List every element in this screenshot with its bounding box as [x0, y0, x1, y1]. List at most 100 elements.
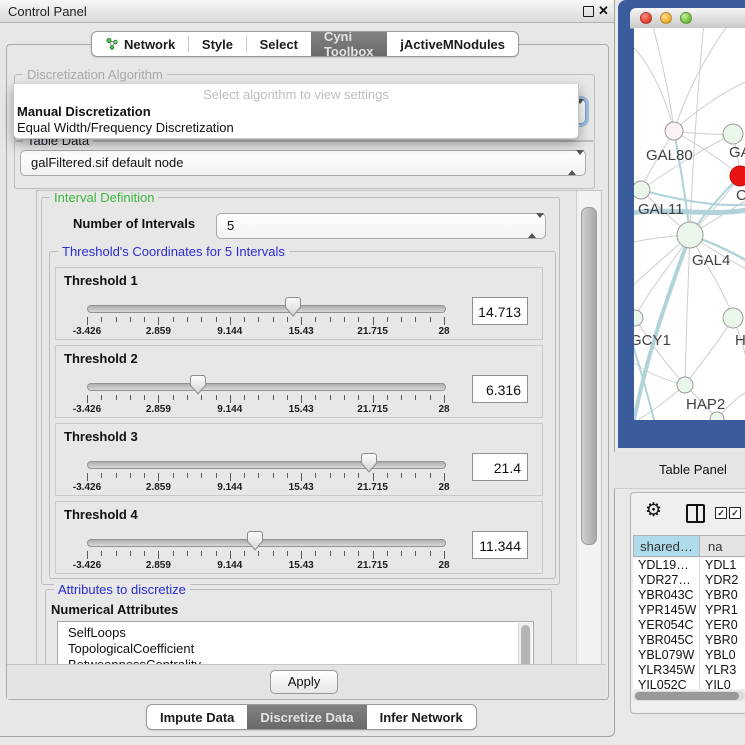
control-panel-titlebar: Control Panel ✕: [0, 0, 614, 23]
network-node-hap2[interactable]: [677, 377, 693, 393]
apply-button[interactable]: Apply: [270, 670, 338, 694]
settings-gear-icon[interactable]: ⚙: [645, 501, 662, 520]
table-row[interactable]: YBL079WYBL0: [633, 648, 745, 663]
tab-network[interactable]: Network: [92, 32, 188, 56]
column-divider: [699, 558, 700, 689]
threshold-value-field[interactable]: 11.344: [472, 531, 528, 559]
window-title: Control Panel: [8, 4, 87, 19]
panel-scrollbar[interactable]: [576, 191, 601, 665]
cell-shared-name: YDL19…: [638, 558, 689, 573]
tab-label: Impute Data: [160, 710, 234, 725]
table-row[interactable]: YIL052CYIL0: [633, 678, 745, 689]
table-hscrollbar-thumb[interactable]: [635, 692, 739, 700]
network-edge: [690, 235, 733, 318]
table-row[interactable]: YBR043CYBR0: [633, 588, 745, 603]
tab-label: Discretize Data: [260, 710, 353, 725]
tab-label: jActiveMNodules: [400, 37, 505, 52]
tab-impute-data[interactable]: Impute Data: [147, 705, 247, 729]
number-of-intervals-combobox[interactable]: 5: [216, 213, 546, 239]
threshold-row: Threshold 2-3.4262.8599.14415.4321.71528…: [55, 345, 543, 418]
list-item[interactable]: SelfLoops: [58, 625, 533, 641]
tab-label: Select: [260, 37, 298, 52]
split-columns-icon[interactable]: [686, 504, 705, 523]
checkbox-icon[interactable]: ✓: [729, 507, 741, 519]
tab-infer-network[interactable]: Infer Network: [367, 705, 476, 729]
network-node-gal4[interactable]: [677, 222, 703, 248]
threshold-value-field[interactable]: 14.713: [472, 297, 528, 325]
cell-shared-name: YBR045C: [638, 633, 694, 648]
table-row[interactable]: YBR045CYBR0: [633, 633, 745, 648]
column-header-name[interactable]: na: [699, 535, 745, 557]
slider-handle[interactable]: [247, 531, 263, 551]
slider-track[interactable]: [87, 305, 446, 313]
tick-label: 2.859: [132, 326, 184, 337]
node-label: HAP2: [686, 396, 725, 413]
network-node-c[interactable]: [730, 166, 745, 186]
tick-label: 15.43: [275, 482, 327, 493]
network-node-h[interactable]: [723, 308, 743, 328]
table-data-value: galFiltered.sif default node: [31, 155, 183, 170]
zoom-traffic-light-icon[interactable]: [680, 12, 692, 24]
panel-scrollbar-thumb[interactable]: [581, 207, 597, 545]
tick-label: 2.859: [132, 560, 184, 571]
threshold-slider[interactable]: -3.4262.8599.14415.4321.71528: [56, 346, 476, 417]
list-scrollbar[interactable]: [518, 623, 532, 666]
slider-track[interactable]: [87, 383, 446, 391]
minimize-traffic-light-icon[interactable]: [660, 12, 672, 24]
tick-label: 15.43: [275, 404, 327, 415]
algorithm-dropdown-popup: Select algorithm to view settings Manual…: [13, 84, 579, 139]
threshold-slider[interactable]: -3.4262.8599.14415.4321.71528: [56, 502, 476, 573]
cell-name: YER0: [705, 618, 738, 633]
network-node-gal80[interactable]: [665, 122, 683, 140]
table-data-combobox[interactable]: galFiltered.sif default node: [20, 150, 586, 176]
tick-label: 21.715: [347, 482, 399, 493]
cell-name: YLR3: [705, 663, 736, 678]
threshold-value-field[interactable]: 21.4: [472, 453, 528, 481]
tab-jactivemnodules[interactable]: jActiveMNodules: [387, 32, 518, 56]
threshold-slider[interactable]: -3.4262.8599.14415.4321.71528: [56, 424, 476, 495]
network-node-ga[interactable]: [723, 124, 743, 144]
slider-track[interactable]: [87, 461, 446, 469]
slider-handle[interactable]: [190, 375, 206, 395]
threshold-slider[interactable]: -3.4262.8599.14415.4321.71528: [56, 268, 476, 339]
tick-label: 9.144: [204, 560, 256, 571]
close-icon[interactable]: ✕: [598, 3, 609, 19]
dropdown-item-equal-width-frequency-discretization[interactable]: Equal Width/Frequency Discretization: [17, 120, 234, 136]
network-canvas[interactable]: GAL80GACGAL11GAL4GCY1HHAP2: [634, 28, 745, 420]
dropdown-item-manual-discretization[interactable]: Manual Discretization: [17, 104, 151, 120]
table-row[interactable]: YDR27…YDR2: [633, 573, 745, 588]
network-node-gal11[interactable]: [634, 181, 650, 199]
tick-label: -3.426: [61, 560, 113, 571]
close-traffic-light-icon[interactable]: [640, 12, 652, 24]
cell-shared-name: YPR145W: [638, 603, 696, 618]
network-icon: [105, 37, 119, 51]
combo-spinner-icon: [568, 151, 576, 175]
numerical-attributes-list[interactable]: SelfLoopsTopologicalCoefficientBetweenne…: [57, 621, 534, 666]
tab-style[interactable]: Style: [189, 32, 246, 56]
network-edge: [690, 28, 704, 235]
table-row[interactable]: YPR145WYPR1: [633, 603, 745, 618]
slider-handle[interactable]: [361, 453, 377, 473]
checkbox-icon[interactable]: ✓: [715, 507, 727, 519]
cell-name: YDR2: [705, 573, 738, 588]
column-header-shared[interactable]: shared…: [633, 535, 700, 557]
threshold-value-field[interactable]: 6.316: [472, 375, 528, 403]
cell-name: YDL1: [705, 558, 736, 573]
threshold-row: Threshold 1-3.4262.8599.14415.4321.71528…: [55, 267, 543, 340]
tick-label: -3.426: [61, 326, 113, 337]
slider-handle[interactable]: [285, 297, 301, 317]
table-row[interactable]: YER054CYER0: [633, 618, 745, 633]
threshold-row: Threshold 4-3.4262.8599.14415.4321.71528…: [55, 501, 543, 574]
threshold-row: Threshold 3-3.4262.8599.14415.4321.71528…: [55, 423, 543, 496]
tab-cyni-toolbox[interactable]: Cyni Toolbox: [311, 32, 387, 56]
slider-track[interactable]: [87, 539, 446, 547]
settings-scroll-panel: Interval Definition Number of Intervals …: [36, 190, 602, 666]
tab-select[interactable]: Select: [247, 32, 311, 56]
list-item[interactable]: TopologicalCoefficient: [58, 641, 533, 657]
float-window-icon[interactable]: [583, 6, 594, 17]
tab-discretize-data[interactable]: Discretize Data: [247, 705, 366, 729]
table-row[interactable]: YDL19… YDL1: [633, 558, 745, 573]
table-row[interactable]: YLR345WYLR3: [633, 663, 745, 678]
node-table[interactable]: YDL19… YDL1YDR27…YDR2YBR043CYBR0YPR145WYP…: [633, 558, 745, 689]
network-node-gcy1[interactable]: [634, 310, 643, 326]
